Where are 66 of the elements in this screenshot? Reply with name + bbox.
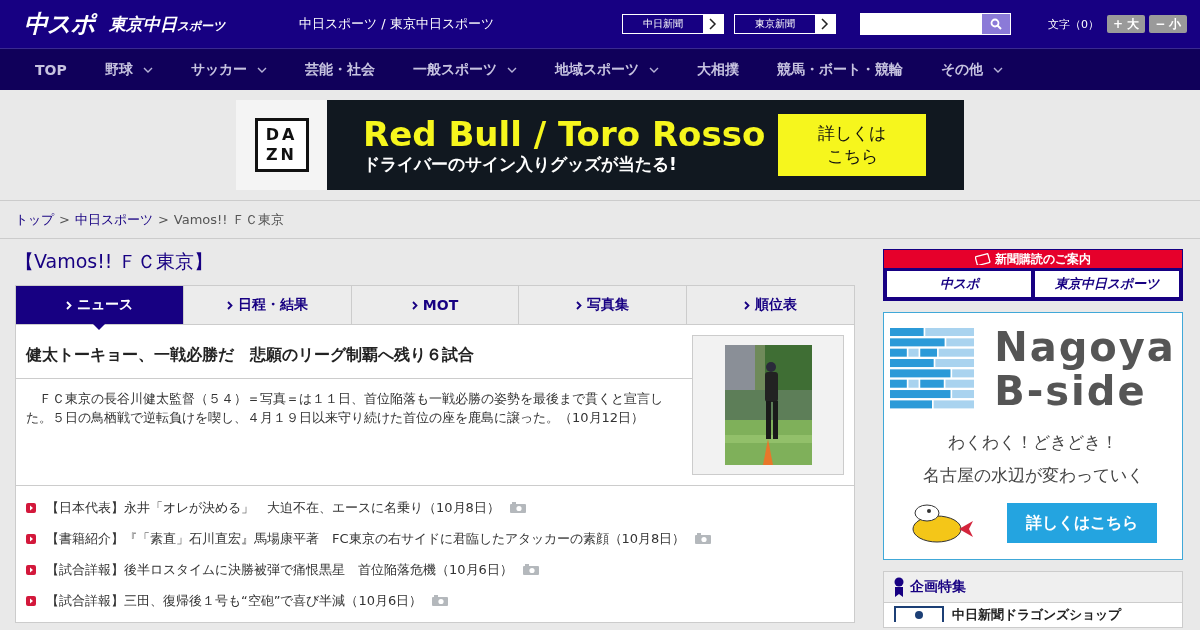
breadcrumb-link[interactable]: 中日スポーツ bbox=[74, 210, 153, 229]
newspaper-button[interactable]: 中スポ bbox=[887, 271, 1031, 297]
play-icon bbox=[26, 502, 36, 513]
caret-icon bbox=[506, 66, 517, 73]
chevron-icon bbox=[65, 300, 72, 310]
caret-icon bbox=[256, 66, 267, 73]
news-link[interactable]: 【日本代表】永井「オレが決める」 大迫不在、エースに名乗り（10月8日） bbox=[46, 498, 500, 517]
nav-item[interactable]: 競馬・ボート・競輪 bbox=[776, 60, 903, 79]
page-title: 【Vamos!! ＦＣ東京】 bbox=[15, 249, 215, 274]
chevron-icon bbox=[576, 300, 583, 310]
breadcrumb-separator: > bbox=[59, 212, 70, 227]
nav-item[interactable]: 大相撲 bbox=[696, 60, 739, 79]
subscription-title: 新聞購読のご案内 bbox=[884, 250, 1182, 268]
breadcrumb-current: Vamos!! ＦＣ東京 bbox=[173, 210, 284, 229]
nav-item[interactable]: 芸能・社会 bbox=[304, 60, 375, 79]
nav-item[interactable]: サッカー bbox=[190, 60, 267, 79]
caret-icon bbox=[992, 66, 1003, 73]
font-size-label: 文字（0） bbox=[1048, 16, 1099, 32]
search-field[interactable] bbox=[860, 13, 1011, 35]
promo-tagline: 名古屋の水辺が変わっていく bbox=[922, 464, 1144, 487]
ribbon-icon bbox=[894, 577, 904, 597]
ad-subline: ドライバーのサイン入りグッズが当たる! bbox=[363, 152, 678, 176]
breadcrumb-link[interactable]: トップ bbox=[15, 210, 54, 229]
promo-tagline: わくわく！どきどき！ bbox=[948, 431, 1118, 454]
ad-banner[interactable]: DA ZN Red Bull / Toro Rosso ドライバーのサイン入りグッズが当たる! 詳しくは こちら bbox=[236, 100, 964, 190]
chevron-icon bbox=[709, 18, 717, 30]
site-logo[interactable]: 東京中日スポーツ bbox=[109, 12, 225, 36]
chevron-icon bbox=[821, 18, 829, 30]
caret-icon bbox=[648, 66, 659, 73]
nav-item[interactable]: 野球 bbox=[104, 60, 153, 79]
play-icon bbox=[26, 564, 36, 575]
chevron-icon bbox=[744, 300, 751, 310]
site-title: 中日スポーツ / 東京中日スポーツ bbox=[299, 15, 495, 33]
nav-item[interactable]: TOP bbox=[35, 61, 67, 78]
ad-cta-button[interactable]: 詳しくは こちら bbox=[778, 114, 926, 176]
breadcrumb-separator: > bbox=[157, 212, 169, 227]
play-icon bbox=[26, 595, 36, 606]
ad-headline: Red Bull / Toro Rosso bbox=[363, 114, 767, 153]
nav-item[interactable]: 一般スポーツ bbox=[412, 60, 517, 79]
search-button[interactable] bbox=[982, 14, 1010, 34]
news-link[interactable]: 【試合詳報】後半ロスタイムに決勝被弾で痛恨黒星 首位陥落危機（10月6日） bbox=[46, 560, 513, 579]
newspaper-button[interactable]: 東京中日スポーツ bbox=[1035, 271, 1179, 297]
feature-link[interactable]: 中日新聞ドラゴンズショップ bbox=[952, 606, 1121, 624]
article-headline[interactable]: 健太トーキョー、一戦必勝だ 悲願のリーグ制覇へ残り６試合 bbox=[16, 335, 692, 379]
newspaper-link[interactable]: 中日新聞 bbox=[622, 14, 724, 34]
search-icon bbox=[990, 18, 1002, 30]
ticket-icon bbox=[975, 253, 991, 265]
pointer-icon bbox=[93, 324, 106, 330]
newspaper-link[interactable]: 東京新聞 bbox=[734, 14, 836, 34]
promo-title: Nagoya bbox=[994, 325, 1176, 369]
feature-title: 企画特集 bbox=[910, 578, 966, 596]
ad-logo: DA ZN bbox=[254, 118, 309, 172]
thumbnail-icon bbox=[894, 606, 944, 622]
article-text: ＦＣ東京の長谷川健太監督（５４）＝写真＝は１１日、首位陥落も一戦必勝の姿勢を最後まで貫くと宣言した。５日の鳥栖戦で逆転負けを喫し、４月１９日以来守り続けた首位の座を鹿島に譲った。（10月12日） bbox=[26, 390, 664, 427]
news-link[interactable]: 【試合詳報】三田、復帰後１号も“空砲”で喜び半減（10月6日） bbox=[46, 591, 423, 610]
subscription-banner[interactable]: 新聞購読のご案内 中スポ 東京中日スポーツ bbox=[883, 249, 1183, 301]
chevron-icon bbox=[226, 300, 233, 310]
chevron-icon bbox=[411, 300, 418, 310]
play-icon bbox=[26, 533, 36, 544]
promo-title: B-side bbox=[994, 369, 1147, 413]
nav-item[interactable]: その他 bbox=[940, 60, 1003, 79]
news-link[interactable]: 【書籍紹介】『「素直」石川直宏』馬場康平著 FC東京の右サイドに君臨したアタッカーの素顔（10月8日） bbox=[46, 529, 686, 548]
caret-icon bbox=[142, 66, 153, 73]
nav-item[interactable]: 地域スポーツ bbox=[554, 60, 659, 79]
section-tab[interactable]: ニュース bbox=[16, 286, 183, 324]
promo-banner[interactable]: Nagoya B-side わくわく！どきどき！ 名古屋の水辺が変わっていく 詳しくはこちら bbox=[883, 312, 1183, 560]
